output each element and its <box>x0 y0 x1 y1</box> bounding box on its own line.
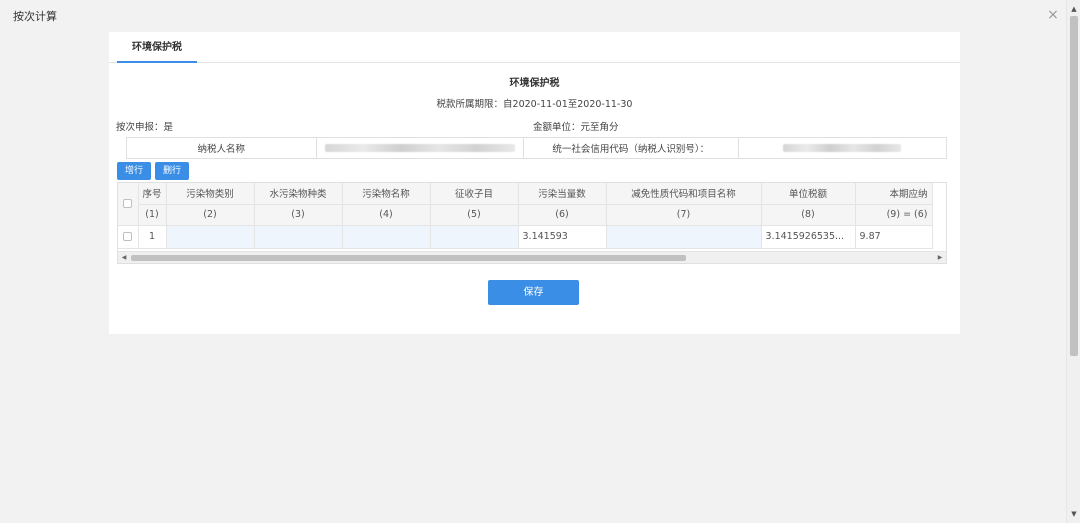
credit-code-label: 统一社会信用代码（纳税人识别号）： <box>524 138 739 158</box>
column-code: (5) <box>430 204 519 226</box>
row-checkbox[interactable] <box>123 232 133 241</box>
column-header: 污染物名称 <box>342 183 431 205</box>
column-code: (4) <box>342 204 431 226</box>
table-toolbar: 增行 删行 <box>117 162 190 180</box>
column-header: 减免性质代码和项目名称 <box>606 183 762 205</box>
taxpayer-name-value <box>317 138 525 158</box>
scrollbar-thumb[interactable] <box>1070 16 1078 356</box>
seq-cell: 1 <box>138 225 167 249</box>
column-header: 序号 <box>138 183 167 205</box>
form-title: 环境保护税 <box>509 78 560 89</box>
column-header: 单位税额 <box>761 183 856 205</box>
select-all-cell <box>118 183 139 226</box>
close-icon[interactable]: × <box>1046 8 1060 22</box>
per-time-declare: 按次申报：是 <box>116 122 174 133</box>
taxpayer-name-label: 纳税人名称 <box>127 138 317 158</box>
credit-code-value <box>739 138 946 158</box>
data-grid: 序号 污染物类别 水污染物种类 污染物名称 征收子目 污染当量数 减免性质代码和… <box>117 182 947 264</box>
table-header-row: 序号 污染物类别 水污染物种类 污染物名称 征收子目 污染当量数 减免性质代码和… <box>118 183 933 226</box>
tab-environment-tax[interactable]: 环境保护税 <box>117 32 197 63</box>
column-code: (8) <box>761 204 856 226</box>
add-row-button[interactable]: 增行 <box>117 162 152 180</box>
current-tax-cell: 9.87 <box>855 225 933 249</box>
tab-bar: 环境保护税 <box>109 32 960 63</box>
horizontal-scrollbar[interactable]: ◀ ▶ <box>118 251 946 263</box>
column-code: (1) <box>138 204 167 226</box>
form-panel: 环境保护税 环境保护税 税款所属期限：自2020-11-01至2020-11-3… <box>109 32 960 334</box>
column-header: 征收子目 <box>430 183 519 205</box>
taxpayer-row: 纳税人名称 统一社会信用代码（纳税人识别号）： <box>126 137 947 159</box>
column-header: 本期应纳 <box>855 183 933 205</box>
relief-code-cell[interactable] <box>606 225 762 249</box>
chevron-left-icon[interactable]: ◀ <box>118 252 130 263</box>
column-header: 污染当量数 <box>518 183 607 205</box>
table-code-row: (1) (2) (3) (4) (5) (6) (7) (8) (9) = (6… <box>118 204 933 226</box>
chevron-right-icon[interactable]: ▶ <box>934 252 946 263</box>
save-button[interactable]: 保存 <box>488 280 579 305</box>
dialog-title: 按次计算 <box>13 10 57 23</box>
pollutant-name-cell[interactable] <box>342 225 431 249</box>
amount-unit: 金额单位：元至角分 <box>533 122 619 133</box>
water-pollutant-type-cell[interactable] <box>254 225 343 249</box>
column-code: (9) = (6) <box>855 204 933 226</box>
tax-period: 税款所属期限：自2020-11-01至2020-11-30 <box>436 99 633 110</box>
row-select-cell <box>118 225 139 249</box>
column-code: (6) <box>518 204 607 226</box>
column-header: 污染物类别 <box>166 183 255 205</box>
pollutant-table: 序号 污染物类别 水污染物种类 污染物名称 征收子目 污染当量数 减免性质代码和… <box>118 183 933 249</box>
column-code: (2) <box>166 204 255 226</box>
levy-item-cell[interactable] <box>430 225 519 249</box>
column-header: 水污染物种类 <box>254 183 343 205</box>
table-row[interactable]: 1 3.141593 3.1415926535... 9.87 <box>118 225 933 249</box>
unit-tax-cell[interactable]: 3.1415926535... <box>761 225 856 249</box>
pollution-equivalent-cell[interactable]: 3.141593 <box>518 225 607 249</box>
vertical-scrollbar[interactable]: ▲ ▼ <box>1066 0 1080 523</box>
column-code: (7) <box>606 204 762 226</box>
chevron-down-icon[interactable]: ▼ <box>1067 507 1080 521</box>
select-all-checkbox[interactable] <box>123 199 133 209</box>
chevron-up-icon[interactable]: ▲ <box>1067 2 1080 16</box>
column-code: (3) <box>254 204 343 226</box>
delete-row-button[interactable]: 删行 <box>155 162 190 180</box>
scrollbar-thumb[interactable] <box>131 255 686 261</box>
pollutant-category-cell[interactable] <box>166 225 255 249</box>
